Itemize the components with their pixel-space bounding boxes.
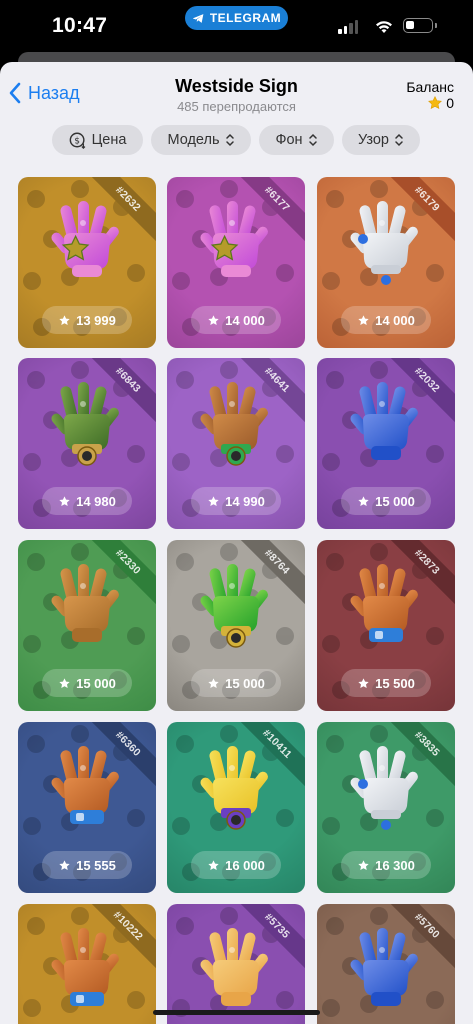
gift-card[interactable]: #6179 14 000 (317, 177, 455, 348)
gift-card[interactable]: #2330 15 000 (18, 540, 156, 711)
price-value: 15 000 (375, 493, 415, 509)
battery-icon (403, 18, 433, 33)
buy-price-button[interactable]: 14 980 (42, 487, 132, 515)
star-icon (59, 314, 70, 325)
star-icon (428, 96, 443, 110)
buy-price-button[interactable]: 14 000 (191, 306, 281, 334)
filter-background[interactable]: Фон (259, 125, 334, 155)
chevron-updown-icon (225, 133, 234, 147)
balance-label: Баланс (406, 79, 454, 95)
buy-price-button[interactable]: 15 500 (341, 669, 431, 697)
filter-model-label: Модель (167, 132, 220, 148)
buy-price-button[interactable]: 14 000 (341, 306, 431, 334)
gift-card[interactable]: #2032 15 000 (317, 358, 455, 529)
buy-price-button[interactable]: 15 000 (42, 669, 132, 697)
gift-hand-image (350, 564, 418, 642)
gift-card[interactable]: #2873 15 500 (317, 540, 455, 711)
star-icon (208, 677, 219, 688)
star-icon (208, 859, 219, 870)
chevron-updown-icon (308, 133, 317, 147)
star-icon (358, 495, 369, 506)
buy-price-button[interactable]: 13 999 (42, 306, 132, 334)
home-indicator (153, 1010, 320, 1015)
price-value: 16 300 (375, 857, 415, 873)
gift-hand-image (51, 201, 119, 277)
gift-card[interactable]: #6177 14 000 (167, 177, 305, 348)
status-bar: 10:47 TELEGRAM (0, 0, 473, 56)
price-value: 15 500 (375, 675, 415, 691)
gift-card[interactable]: #2632 13 999 (18, 177, 156, 348)
gift-card[interactable]: #6843 14 980 (18, 358, 156, 529)
filter-background-label: Фон (275, 132, 303, 148)
gift-card[interactable]: #10411 16 000 (167, 722, 305, 893)
price-value: 14 000 (375, 312, 415, 328)
star-icon (59, 677, 70, 688)
buy-price-button[interactable]: 15 555 (42, 851, 132, 879)
clock: 10:47 (52, 14, 108, 37)
gift-hand-image (51, 382, 119, 466)
gift-card[interactable]: #4641 14 990 (167, 358, 305, 529)
telegram-icon (192, 13, 204, 23)
buy-price-button[interactable]: 15 000 (191, 669, 281, 697)
gift-hand-image (200, 382, 268, 466)
filter-price[interactable]: $ Цена (52, 125, 143, 155)
balance-value[interactable]: 0 (427, 95, 454, 111)
filter-price-label: Цена (91, 132, 127, 148)
gift-marketplace-sheet: Назад Westside Sign 485 перепродаются Ба… (0, 62, 473, 1024)
price-value: 14 000 (225, 312, 265, 328)
gift-card[interactable]: #6360 15 555 (18, 722, 156, 893)
wifi-icon (376, 21, 392, 33)
telegram-pill[interactable]: TELEGRAM (185, 6, 288, 30)
coin-sort-icon: $ (69, 132, 85, 149)
buy-price-button[interactable]: 16 000 (191, 851, 281, 879)
gift-card[interactable]: #573516 500 (167, 904, 305, 1024)
gift-card[interactable]: #3835 16 300 (317, 722, 455, 893)
filter-pattern-label: Узор (357, 132, 389, 148)
gift-hand-image (350, 928, 418, 1006)
filter-pattern[interactable]: Узор (342, 125, 420, 155)
star-icon (208, 495, 219, 506)
gift-hand-image (51, 928, 119, 1006)
page-title: Westside Sign (175, 76, 298, 96)
gift-hand-image (350, 382, 418, 460)
balance-amount: 0 (446, 95, 454, 111)
price-value: 14 980 (76, 493, 116, 509)
price-value: 16 000 (225, 857, 265, 873)
gift-hand-image (200, 564, 268, 648)
star-icon (358, 314, 369, 325)
filter-model[interactable]: Модель (151, 125, 251, 155)
svg-text:$: $ (74, 137, 80, 147)
gift-card[interactable]: #1022215 000 (18, 904, 156, 1024)
buy-price-button[interactable]: 15 000 (341, 487, 431, 515)
gift-hand-image (51, 746, 119, 824)
price-value: 13 999 (76, 312, 116, 328)
star-icon (59, 495, 70, 506)
star-icon (59, 859, 70, 870)
price-value: 15 000 (225, 675, 265, 691)
price-value: 15 555 (76, 857, 116, 873)
price-value: 15 000 (76, 675, 116, 691)
gift-hand-image (350, 746, 418, 830)
telegram-pill-label: TELEGRAM (209, 11, 282, 25)
gift-hand-image (200, 746, 268, 830)
gift-hand-image (200, 201, 268, 277)
gift-hand-image (350, 201, 418, 285)
chevron-updown-icon (395, 133, 403, 147)
buy-price-button[interactable]: 16 300 (341, 851, 431, 879)
resale-count: 485 перепродаются (177, 99, 296, 114)
gift-card[interactable]: #576016 500 (317, 904, 455, 1024)
gift-hand-image (200, 928, 268, 1006)
star-icon (358, 677, 369, 688)
price-value: 14 990 (225, 493, 265, 509)
star-icon (358, 859, 369, 870)
buy-price-button[interactable]: 14 990 (191, 487, 281, 515)
star-icon (208, 314, 219, 325)
gift-hand-image (51, 564, 119, 642)
gift-card[interactable]: #8764 15 000 (167, 540, 305, 711)
cellular-signal-icon (338, 20, 358, 34)
